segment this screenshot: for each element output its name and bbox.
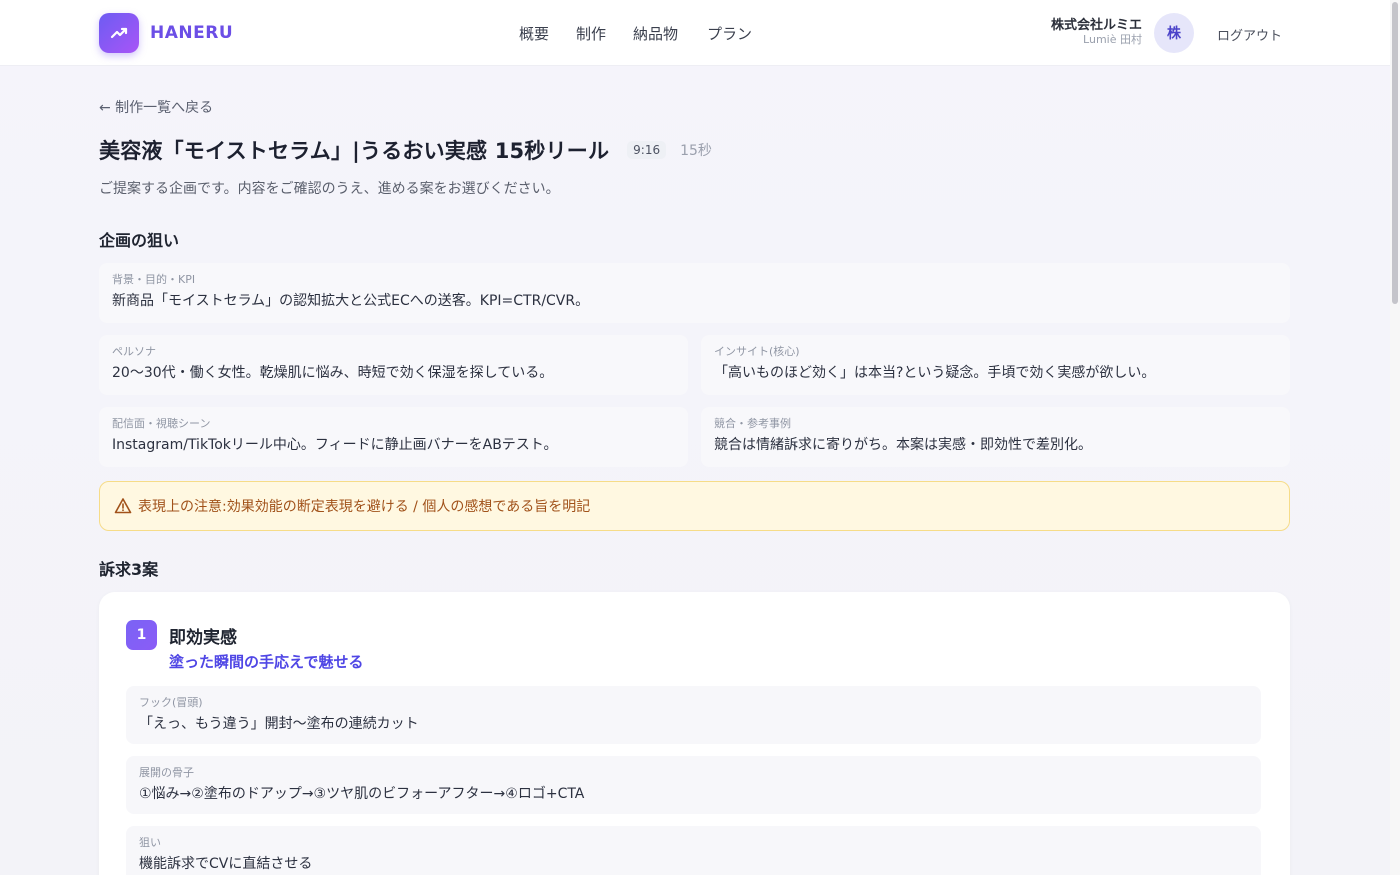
info-label: 競合・参考事例 [714, 417, 791, 430]
detail-label: 展開の骨子 [139, 766, 194, 779]
scrollbar[interactable] [1390, 0, 1400, 875]
info-card-competitors: 競合・参考事例 競合は情緒訴求に寄りがち。本案は実感・即効性で差別化。 [701, 407, 1290, 467]
back-link[interactable]: ← 制作一覧へ戻る [99, 97, 213, 117]
section-title-appeals: 訴求3案 [99, 560, 159, 579]
info-text: Instagram/TikTokリール中心。フィードに静止画バナーをABテスト。 [112, 437, 558, 453]
top-header: HANERU 概要 制作 納品物 プラン 株式会社ルミエ Lumiè 田村 株 … [0, 0, 1390, 66]
nav-item-overview[interactable]: 概要 [519, 23, 549, 44]
logo-text: HANERU [150, 23, 234, 43]
detail-text: 「えっ、もう違う」開封〜塗布の連続カット [139, 716, 419, 732]
info-label: ペルソナ [112, 345, 156, 358]
logout-button[interactable]: ログアウト [1217, 25, 1282, 44]
title-row: 美容液「モイストセラム」|うるおい実感 15秒リール 9:16 15秒 [99, 135, 712, 165]
info-card-placement: 配信面・視聴シーン Instagram/TikTokリール中心。フィードに静止画… [99, 407, 688, 467]
nav-item-plan[interactable]: プラン [707, 23, 752, 44]
detail-text: ①悩み→②塗布のドアップ→③ツヤ肌のビフォーアフター→④ロゴ+CTA [139, 786, 585, 802]
avatar[interactable]: 株 [1154, 13, 1194, 53]
detail-label: フック(冒頭) [139, 696, 203, 709]
proposal-title: 即効実感 [169, 628, 237, 648]
trending-up-icon [99, 13, 139, 53]
detail-text: 機能訴求でCVに直結させる [139, 856, 313, 872]
info-text: 新商品「モイストセラム」の認知拡大と公式ECへの送客。KPI=CTR/CVR。 [112, 293, 590, 309]
warning-icon [114, 498, 132, 514]
info-card-insight: インサイト(核心) 「高いものほど効く」は本当?という疑念。手頃で効く実感が欲し… [701, 335, 1290, 395]
nav-item-production[interactable]: 制作 [576, 23, 606, 44]
section-title-aim: 企画の狙い [99, 231, 180, 250]
detail-label: 狙い [139, 836, 161, 849]
detail-hook: フック(冒頭) 「えっ、もう違う」開封〜塗布の連続カット [126, 686, 1261, 744]
aspect-ratio-badge: 9:16 [627, 141, 667, 159]
scrollbar-thumb[interactable] [1392, 2, 1398, 304]
main-nav: 概要 制作 納品物 プラン [519, 23, 752, 44]
user-info: 株式会社ルミエ Lumiè 田村 [1051, 18, 1142, 47]
expression-notice: 表現上の注意:効果効能の断定表現を避ける / 個人の感想である旨を明記 [99, 481, 1290, 531]
detail-aim: 狙い 機能訴求でCVに直結させる [126, 826, 1261, 875]
page-title: 美容液「モイストセラム」|うるおい実感 15秒リール [99, 139, 610, 163]
proposal-subtitle: 塗った瞬間の手応えで魅せる [169, 653, 364, 671]
duration-label: 15秒 [680, 143, 712, 159]
info-text: 「高いものほど効く」は本当?という疑念。手頃で効く実感が欲しい。 [714, 365, 1156, 381]
proposal-number-badge: 1 [126, 620, 157, 650]
info-text: 競合は情緒訴求に寄りがち。本案は実感・即効性で差別化。 [714, 437, 1092, 453]
info-card-background: 背景・目的・KPI 新商品「モイストセラム」の認知拡大と公式ECへの送客。KPI… [99, 263, 1290, 323]
detail-structure: 展開の骨子 ①悩み→②塗布のドアップ→③ツヤ肌のビフォーアフター→④ロゴ+CTA [126, 756, 1261, 814]
nav-item-deliverables[interactable]: 納品物 [633, 23, 678, 44]
company-name: 株式会社ルミエ [1050, 18, 1142, 33]
notice-text: 表現上の注意:効果効能の断定表現を避ける / 個人の感想である旨を明記 [138, 499, 591, 515]
proposal-card[interactable]: 1 即効実感 塗った瞬間の手応えで魅せる フック(冒頭) 「えっ、もう違う」開封… [99, 592, 1290, 875]
logo[interactable]: HANERU [99, 13, 233, 53]
info-label: 配信面・視聴シーン [112, 417, 211, 430]
user-name: Lumiè 田村 [1083, 33, 1142, 46]
info-label: インサイト(核心) [714, 345, 800, 358]
info-label: 背景・目的・KPI [112, 273, 196, 286]
info-card-persona: ペルソナ 20〜30代・働く女性。乾燥肌に悩み、時短で効く保湿を探している。 [99, 335, 688, 395]
info-text: 20〜30代・働く女性。乾燥肌に悩み、時短で効く保湿を探している。 [112, 365, 554, 381]
lead-text: ご提案する企画です。内容をご確認のうえ、進める案をお選びください。 [99, 181, 560, 197]
